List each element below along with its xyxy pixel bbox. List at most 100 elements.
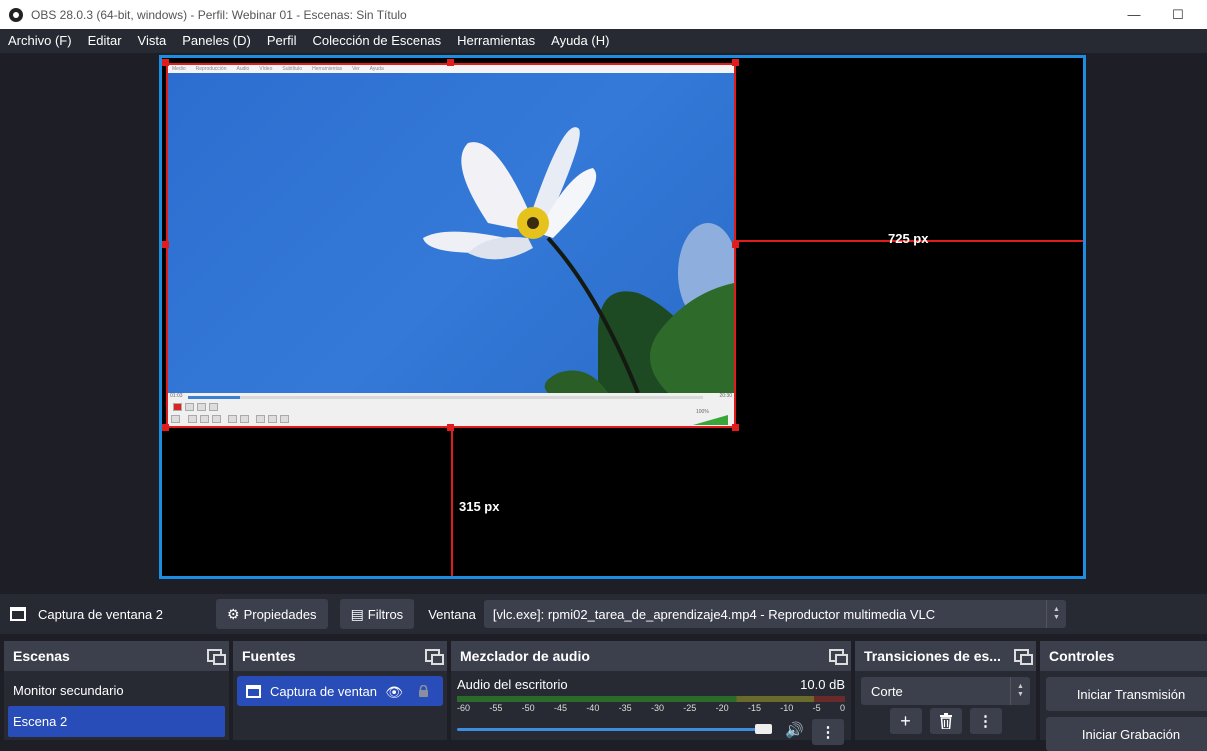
distance-guide-bottom: [451, 428, 453, 576]
properties-label: Propiedades: [243, 606, 317, 622]
resize-handle-l[interactable]: [162, 241, 169, 248]
volume-slider-track[interactable]: [457, 728, 772, 731]
meter-scale: -60 -55 -50 -45 -40 -35 -30 -25 -20 -15 …: [457, 703, 845, 713]
mixer-channel-level: 10.0 dB: [800, 677, 845, 692]
mixer-channel-name: Audio del escritorio: [457, 677, 568, 692]
obs-logo-icon: [9, 7, 23, 22]
settings-icon: [240, 415, 249, 423]
loop-icon: [197, 403, 206, 411]
preview-canvas[interactable]: Medio Reproducción Audio Vídeo Subtítulo…: [159, 55, 1086, 579]
menu-ayuda[interactable]: Ayuda (H): [543, 29, 617, 53]
distance-label-bottom: 315 px: [459, 499, 500, 514]
undock-icon[interactable]: [425, 649, 444, 665]
flower-image: [423, 127, 734, 393]
vlc-menu-item: Ayuda: [369, 66, 384, 72]
meter-tick: -50: [521, 703, 535, 713]
select-spinner-icon: ▲ ▼: [1010, 677, 1030, 705]
lock-icon[interactable]: [418, 685, 429, 697]
start-streaming-button[interactable]: Iniciar Transmisión: [1046, 677, 1207, 711]
mixer-dock-header: Mezclador de audio: [451, 641, 851, 671]
prev-icon: [188, 415, 197, 423]
source-item-label: Captura de ventan: [270, 683, 377, 699]
snapshot-icon: [185, 403, 194, 411]
fullscreen-icon: [228, 415, 237, 423]
undock-icon[interactable]: [1014, 649, 1033, 665]
resize-handle-br[interactable]: [732, 424, 739, 431]
menu-editar[interactable]: Editar: [80, 29, 130, 53]
meter-tick: -30: [650, 703, 664, 713]
scene-item-selected[interactable]: Escena 2: [8, 706, 225, 737]
preview-area: Medio Reproducción Audio Vídeo Subtítulo…: [0, 53, 1207, 591]
resize-handle-t[interactable]: [447, 59, 454, 66]
meter-tick: 0: [839, 703, 845, 713]
transitions-dock-header: Transiciones de es...: [855, 641, 1036, 671]
add-transition-button[interactable]: +: [889, 708, 922, 734]
vlc-menu-item: Herramientas: [312, 66, 343, 72]
minimize-button[interactable]: —: [1111, 0, 1157, 29]
transitions-dock: Transiciones de es... Corte ▲ ▼ + ⋮: [855, 641, 1036, 740]
resize-handle-b[interactable]: [447, 424, 454, 431]
context-source-name: Captura de ventana 2: [38, 606, 164, 622]
audio-mixer-dock: Mezclador de audio Audio del escritorio …: [451, 641, 851, 745]
transition-select-value: Corte: [871, 683, 903, 699]
controls-dock-header: Controles: [1040, 641, 1207, 671]
filters-label: Filtros: [367, 606, 404, 622]
resize-handle-bl[interactable]: [162, 424, 169, 431]
sources-dock-header: Fuentes: [233, 641, 447, 671]
transition-options-button[interactable]: ⋮: [969, 708, 1002, 734]
meter-tick: -55: [489, 703, 503, 713]
scene-item[interactable]: Monitor secundario: [4, 675, 229, 706]
sources-dock: Fuentes Captura de ventan 👁: [233, 641, 447, 740]
vlc-menu-item: Medio: [172, 66, 186, 72]
volume-slider-handle[interactable]: [755, 724, 772, 734]
mixer-channel: Audio del escritorio 10.0 dB -60 -55 -50…: [451, 671, 851, 745]
properties-button[interactable]: ⚙ Propiedades: [216, 599, 328, 629]
menu-paneles[interactable]: Paneles (D): [174, 29, 259, 53]
scenes-dock-title: Escenas: [13, 648, 70, 664]
filters-button[interactable]: ▤ Filtros: [339, 599, 415, 629]
gear-icon: ⚙: [227, 605, 240, 622]
meter-tick: -35: [618, 703, 632, 713]
selected-source-vlc-capture[interactable]: Medio Reproducción Audio Vídeo Subtítulo…: [166, 63, 736, 428]
meter-tick: -45: [553, 703, 567, 713]
sources-dock-title: Fuentes: [242, 648, 296, 664]
vlc-controls: 01:03 20:30 100%: [168, 393, 734, 426]
source-item-selected[interactable]: Captura de ventan 👁: [237, 676, 443, 706]
menu-vista[interactable]: Vista: [130, 29, 175, 53]
eye-icon[interactable]: 👁: [385, 684, 403, 701]
menu-coleccion-escenas[interactable]: Colección de Escenas: [304, 29, 449, 53]
transition-select[interactable]: Corte ▲ ▼: [861, 677, 1030, 705]
window-select[interactable]: [vlc.exe]: rpmi02_tarea_de_aprendizaje4.…: [483, 600, 1066, 628]
scenes-dock: Escenas Monitor secundario Escena 2: [4, 641, 229, 740]
filter-icon: ▤: [350, 605, 364, 622]
select-spinner-icon: ▲ ▼: [1045, 600, 1066, 628]
delete-transition-button[interactable]: [929, 708, 962, 734]
shuffle-icon: [280, 415, 289, 423]
undock-icon[interactable]: [207, 649, 226, 665]
start-recording-button[interactable]: Iniciar Grabación: [1046, 717, 1207, 751]
trash-icon: [939, 713, 952, 729]
meter-tick: -60: [457, 703, 471, 713]
vlc-time-elapsed: 01:03: [170, 393, 183, 399]
window-label: Ventana: [428, 606, 476, 622]
playlist-icon: [256, 415, 265, 423]
menu-archivo[interactable]: Archivo (F): [0, 29, 80, 53]
vlc-menu-item: Ver: [352, 66, 360, 72]
meter-tick: -20: [715, 703, 729, 713]
resize-handle-r[interactable]: [732, 241, 739, 248]
more-options-button[interactable]: ⋮: [812, 719, 844, 745]
meter-tick: -5: [812, 703, 821, 713]
maximize-button[interactable]: ☐: [1155, 0, 1201, 29]
vlc-video-frame: [168, 73, 734, 393]
controls-dock-title: Controles: [1049, 648, 1115, 664]
menu-perfil[interactable]: Perfil: [259, 29, 305, 53]
source-context-bar: Captura de ventana 2 ⚙ Propiedades ▤ Fil…: [0, 594, 1207, 634]
menu-herramientas[interactable]: Herramientas: [449, 29, 543, 53]
resize-handle-tl[interactable]: [162, 59, 169, 66]
frame-icon: [209, 403, 218, 411]
resize-handle-tr[interactable]: [732, 59, 739, 66]
undock-icon[interactable]: [829, 649, 848, 665]
record-icon: [173, 403, 182, 411]
speaker-icon[interactable]: 🔊: [785, 721, 804, 739]
meter-tick: -40: [586, 703, 600, 713]
